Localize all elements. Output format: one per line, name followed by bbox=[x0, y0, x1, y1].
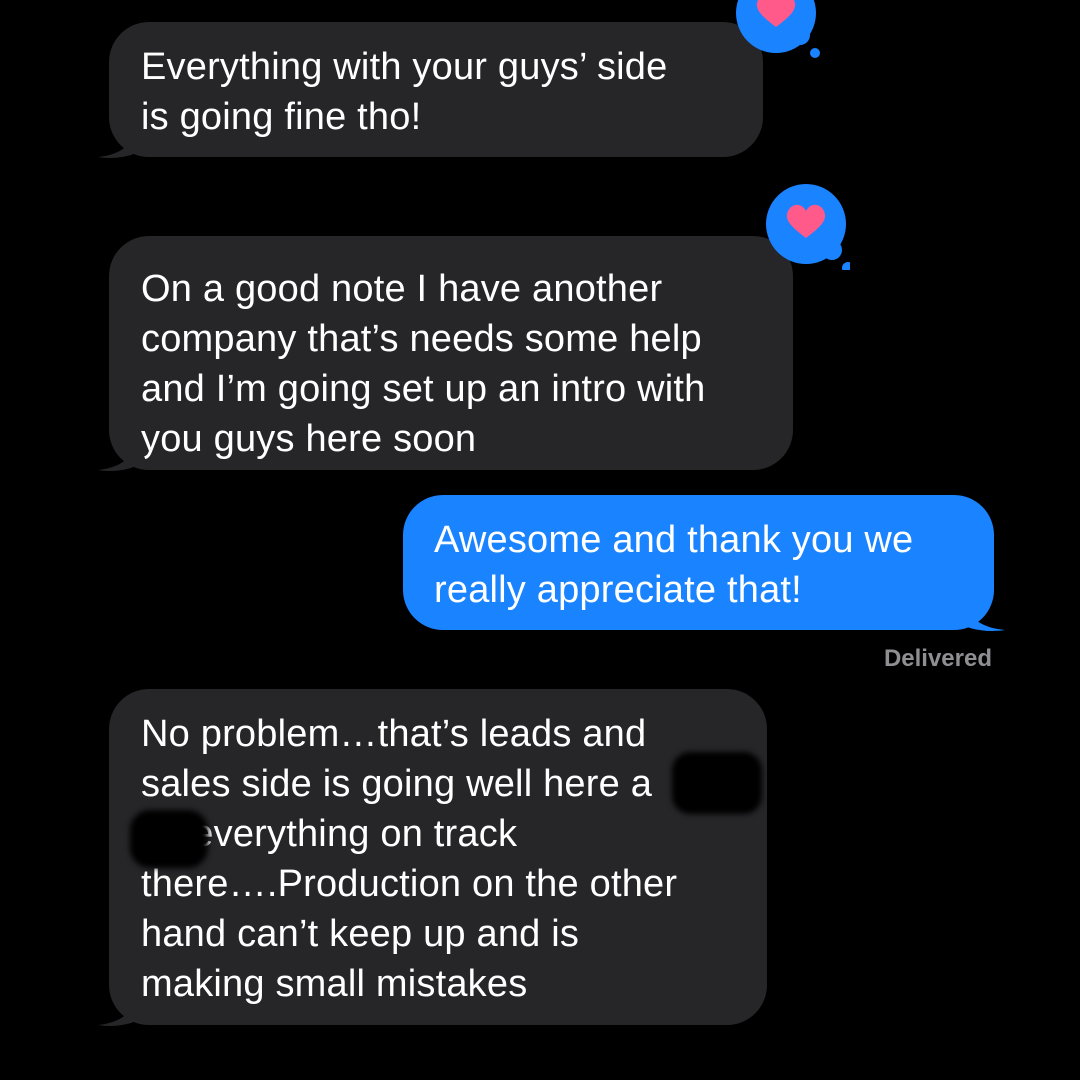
redaction-mark bbox=[130, 810, 208, 868]
message-bubble-incoming[interactable]: Everything with your guys’ side is going… bbox=[109, 22, 763, 157]
heart-reaction-icon[interactable] bbox=[760, 180, 850, 270]
bubble-tail bbox=[98, 122, 146, 158]
message-bubble-outgoing[interactable]: Awesome and thank you we really apprecia… bbox=[403, 495, 994, 630]
redaction-mark bbox=[672, 752, 762, 814]
bubble-tail bbox=[98, 990, 146, 1026]
delivery-status: Delivered bbox=[883, 645, 992, 672]
message-bubble-incoming[interactable]: No problem…that’s leads and sales side i… bbox=[109, 689, 767, 1025]
bubble-tail bbox=[98, 435, 146, 471]
message-bubble-incoming[interactable]: On a good note I have another company th… bbox=[109, 236, 793, 470]
heart-reaction-icon[interactable] bbox=[730, 0, 820, 65]
bubble-tail bbox=[955, 595, 1005, 631]
